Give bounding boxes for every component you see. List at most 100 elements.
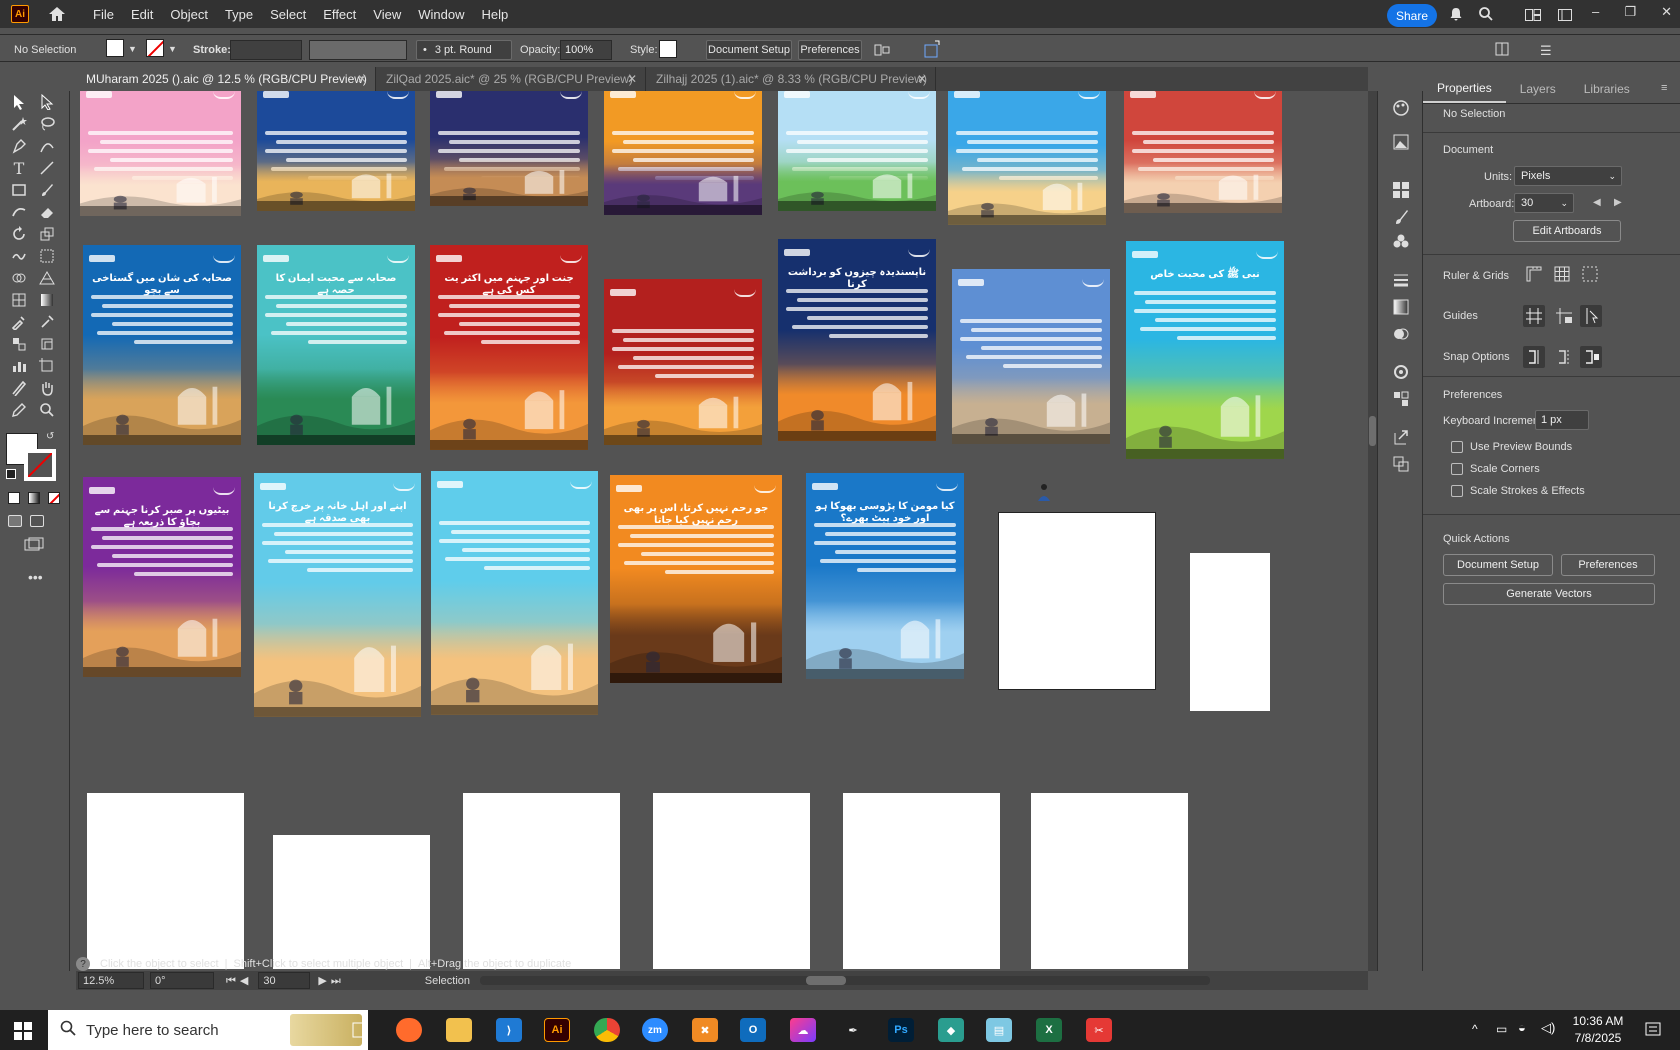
excel-icon[interactable]: X <box>1036 1018 1062 1042</box>
line-tool-icon[interactable] <box>36 157 58 179</box>
close-tab-icon[interactable]: ✕ <box>627 72 637 86</box>
snap-to-pixel-icon[interactable] <box>1580 346 1602 368</box>
snap-to-grid-icon[interactable] <box>1553 346 1575 368</box>
pen-app-icon[interactable]: ✒ <box>840 1018 866 1042</box>
artboard-number[interactable]: 30 <box>258 972 311 989</box>
battery-icon[interactable]: ▭ <box>1496 1022 1507 1036</box>
notification-icon[interactable] <box>1645 1022 1661 1038</box>
free-transform-icon[interactable] <box>36 245 58 267</box>
floating-figure[interactable] <box>1034 483 1056 503</box>
use-preview-bounds-checkbox[interactable] <box>1451 441 1463 453</box>
recolor-icon[interactable] <box>924 40 940 58</box>
curvature-tool-icon[interactable] <box>36 135 58 157</box>
default-colors-icon[interactable] <box>6 469 16 479</box>
network-icon[interactable]: ◒ <box>1518 1020 1526 1035</box>
rotation-value[interactable]: 0° <box>150 972 214 989</box>
artboard-poster[interactable] <box>430 91 588 206</box>
brushes-panel-icon[interactable] <box>1390 206 1412 228</box>
transparency-grid-icon[interactable] <box>1582 266 1598 282</box>
blank-artboard[interactable] <box>998 512 1156 690</box>
screen-mode-icon[interactable] <box>24 537 44 553</box>
scale-strokes-checkbox[interactable] <box>1451 485 1463 497</box>
restore-icon[interactable]: ❐ <box>1624 4 1636 20</box>
keyboard-increment-input[interactable]: 1 px <box>1535 410 1589 430</box>
artboards-panel-icon[interactable] <box>1390 453 1412 475</box>
notepad-icon[interactable]: ▤ <box>986 1018 1012 1042</box>
stroke-panel-icon[interactable] <box>1390 269 1412 291</box>
none-mode-icon[interactable] <box>48 492 60 504</box>
gradient-tool-icon[interactable] <box>36 289 58 311</box>
gradient-panel-icon[interactable] <box>1390 296 1412 318</box>
paintbrush-icon[interactable] <box>36 179 58 201</box>
vscode-icon[interactable]: ⟩ <box>496 1018 522 1042</box>
chevron-down-icon[interactable]: ▼ <box>128 44 137 54</box>
tab-muharam[interactable]: MUharam 2025 ().aic @ 12.5 % (RGB/CPU Pr… <box>76 67 376 91</box>
blank-artboard[interactable] <box>273 835 430 969</box>
clock[interactable]: 10:36 AM 7/8/2025 <box>1568 1014 1628 1045</box>
zoom-icon[interactable]: zm <box>642 1018 668 1042</box>
smart-guides-icon[interactable] <box>1580 305 1602 327</box>
blank-artboard[interactable] <box>1031 793 1188 969</box>
search-icon[interactable] <box>1478 6 1494 22</box>
export-icon[interactable] <box>1390 426 1412 448</box>
direct-selection-tool-icon[interactable] <box>36 91 58 113</box>
artboard-poster[interactable]: صحابہ سے محبت ایمان کا حصہ ہے <box>257 245 415 445</box>
task-view-icon[interactable] <box>352 1022 370 1038</box>
tab-properties[interactable]: Properties <box>1423 74 1506 103</box>
image-trace-icon[interactable] <box>1390 131 1412 153</box>
transparency-panel-icon[interactable] <box>1390 323 1412 345</box>
vertical-scrollbar[interactable] <box>1368 91 1377 971</box>
firefox-icon[interactable] <box>396 1018 422 1042</box>
share-button[interactable]: Share <box>1387 4 1437 27</box>
close-tab-icon[interactable]: ✕ <box>917 72 927 86</box>
artboard-poster[interactable] <box>948 91 1106 225</box>
artboard-select[interactable]: 30 ⌄ <box>1514 193 1574 213</box>
blank-artboard[interactable] <box>463 793 620 969</box>
outlook-icon[interactable]: O <box>740 1018 766 1042</box>
app-icon[interactable]: ◆ <box>938 1018 964 1042</box>
blank-artboard[interactable] <box>1190 553 1270 711</box>
graphic-styles-icon[interactable] <box>1390 388 1412 410</box>
workspace-icon[interactable] <box>1558 9 1572 21</box>
artboard-canvas[interactable]: صحابہ کی شان میں گستاخی سے بچو صحابہ سے … <box>76 91 1368 969</box>
artboard-prev-icons[interactable]: ⏮◀ <box>226 974 252 988</box>
lock-guides-icon[interactable] <box>1553 305 1575 327</box>
gradient-mode-icon[interactable] <box>28 492 40 504</box>
artboard-poster[interactable] <box>604 279 762 445</box>
color-mode-icon[interactable] <box>8 492 20 504</box>
rotate-tool-icon[interactable] <box>8 223 30 245</box>
menu-item-edit[interactable]: Edit <box>131 7 153 22</box>
edit-artboards-button[interactable]: Edit Artboards <box>1513 220 1621 242</box>
pencil-icon[interactable] <box>8 399 30 421</box>
shape-builder-icon[interactable] <box>8 267 30 289</box>
stroke-color-swatch[interactable] <box>24 449 56 481</box>
next-artboard-icon[interactable]: ▶ <box>1614 197 1622 208</box>
artboard-poster[interactable] <box>80 91 241 216</box>
menu-item-help[interactable]: Help <box>481 7 508 22</box>
align-icon[interactable] <box>874 42 890 58</box>
bell-icon[interactable] <box>1449 7 1463 21</box>
hand-tool-icon[interactable] <box>36 377 58 399</box>
artboard-poster[interactable]: ناپسندیدہ چیزوں کو برداشت کرنا <box>778 239 936 441</box>
blank-artboard[interactable] <box>87 793 244 969</box>
document-setup-button[interactable]: Document Setup <box>706 40 792 60</box>
artboard-poster[interactable]: کیا مومن کا پڑوسی بھوکا ہو اور خود پیٹ ب… <box>806 473 964 679</box>
show-guides-icon[interactable] <box>1523 305 1545 327</box>
artboard-poster[interactable]: بیٹیوں پر صبر کرنا جہنم سے بچاؤ کا ذریعہ… <box>83 477 241 677</box>
artboard-poster[interactable] <box>257 91 415 211</box>
app-red-icon[interactable]: ✂ <box>1086 1018 1112 1042</box>
help-icon[interactable]: ? <box>76 957 90 971</box>
appearance-panel-icon[interactable] <box>1390 361 1412 383</box>
brush-select[interactable]: • 3 pt. Round <box>416 40 512 60</box>
tab-zilhajj[interactable]: Zilhajj 2025 (1).aic* @ 8.33 % (RGB/CPU … <box>646 67 936 91</box>
scale-corners-checkbox[interactable] <box>1451 463 1463 475</box>
volume-icon[interactable]: ◁) <box>1541 1020 1555 1036</box>
units-select[interactable]: Pixels ⌄ <box>1514 166 1622 186</box>
artboard-poster[interactable] <box>431 471 598 715</box>
artboard-poster[interactable] <box>604 91 762 215</box>
tray-chevron-icon[interactable]: ^ <box>1472 1022 1478 1036</box>
windows-start-icon[interactable] <box>14 1022 32 1040</box>
magic-wand-icon[interactable] <box>8 113 30 135</box>
generate-vectors-button[interactable]: Generate Vectors <box>1443 583 1655 605</box>
panel-menu-icon[interactable]: ≡ <box>1661 82 1667 94</box>
